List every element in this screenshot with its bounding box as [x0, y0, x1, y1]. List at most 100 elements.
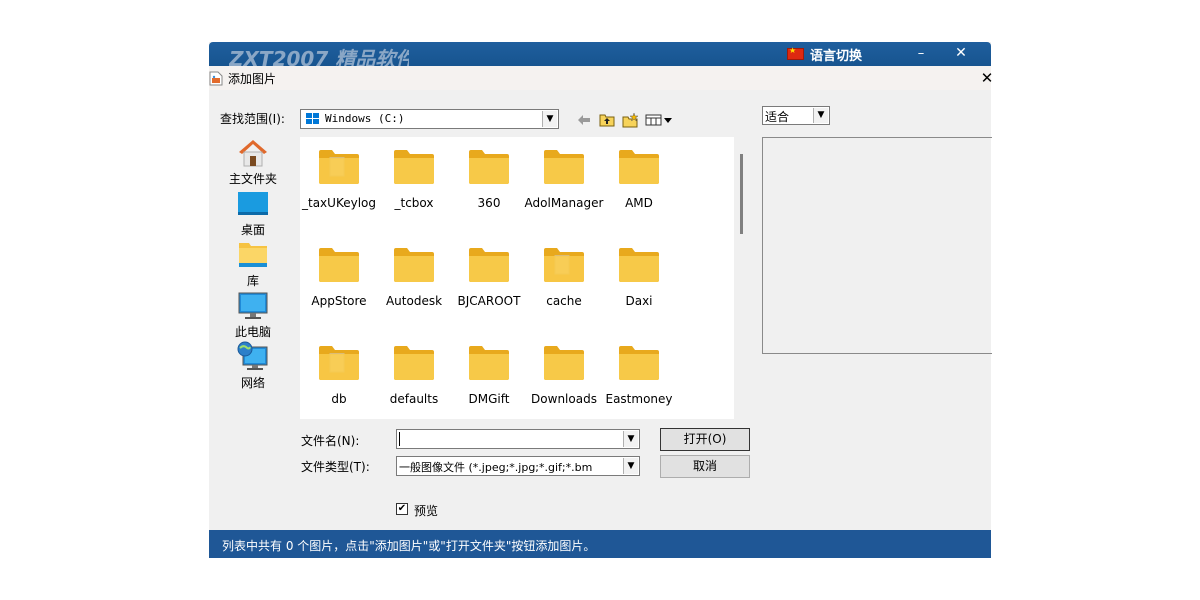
file-name: BJCAROOT [457, 294, 521, 308]
chevron-down-icon: ▼ [623, 458, 638, 474]
language-switch-button[interactable]: 语言切换 [787, 45, 862, 64]
folder-icon [394, 150, 434, 184]
place-label: 此电脑 [234, 325, 271, 339]
folder-icon [469, 150, 509, 184]
lookin-dropdown[interactable]: Windows (C:) ▼ [300, 109, 559, 129]
file-item[interactable]: BJCAROOT [449, 235, 529, 315]
preview-pane [762, 137, 992, 354]
back-button[interactable] [576, 110, 592, 130]
preview-label: 预览 [414, 504, 439, 518]
filetype-value: 一般图像文件 (*.jpeg;*.jpg;*.gif;*.bm [399, 461, 593, 474]
chevron-down-icon: ▼ [623, 431, 638, 447]
lookin-value: Windows (C:) [325, 112, 405, 125]
place-label: 库 [246, 274, 259, 288]
file-item[interactable]: _tcbox [374, 137, 454, 217]
file-list[interactable]: _taxUKeylog _tcbox 360 AdolManager AMD AppSto… [300, 137, 734, 419]
place-home[interactable]: 主文件夹 [222, 137, 284, 187]
place-library[interactable]: 库 [222, 239, 284, 289]
file-item[interactable]: cache [524, 235, 604, 315]
library-icon [239, 243, 267, 267]
dialog-close-button[interactable]: ✕ [977, 67, 997, 89]
drive-icon [306, 113, 319, 124]
folder-icon [544, 346, 584, 380]
back-arrow-icon [578, 115, 590, 125]
place-computer[interactable]: 此电脑 [222, 290, 284, 340]
folder-icon [319, 248, 359, 282]
fit-dropdown[interactable]: 适合 ▼ [762, 106, 830, 125]
china-flag-icon [787, 46, 804, 60]
dialog-title: 添加图片 [228, 72, 277, 86]
file-name: DMGift [468, 392, 510, 406]
folder-icon [544, 150, 584, 184]
new-folder-button[interactable] [621, 110, 639, 130]
folder-icon [619, 346, 659, 380]
folder-icon [619, 150, 659, 184]
file-item[interactable]: AppStore [299, 235, 379, 315]
file-name: _tcbox [394, 196, 434, 210]
filetype-label: 文件类型(T): [301, 460, 370, 474]
status-text: 列表中共有 0 个图片，点击"添加图片"或"打开文件夹"按钮添加图片。 [222, 539, 596, 553]
chevron-down-icon: ▼ [542, 111, 557, 127]
desktop-icon [238, 192, 268, 215]
file-item[interactable]: defaults [374, 333, 454, 413]
file-name: 360 [477, 196, 501, 210]
file-item[interactable]: Autodesk [374, 235, 454, 315]
window-close-button[interactable]: ✕ [941, 42, 981, 64]
place-network[interactable]: 网络 [222, 341, 284, 391]
view-menu-icon [645, 114, 672, 126]
file-name: Eastmoney [605, 392, 673, 406]
file-item[interactable]: Eastmoney [599, 333, 679, 413]
file-item[interactable]: AMD [599, 137, 679, 217]
folder-icon [319, 346, 359, 380]
folder-icon [394, 248, 434, 282]
file-name: Daxi [625, 294, 653, 308]
file-item[interactable]: AdolManager [524, 137, 604, 217]
file-name: db [331, 392, 347, 406]
folder-icon [469, 346, 509, 380]
file-item[interactable]: Downloads [524, 333, 604, 413]
file-name: Autodesk [385, 294, 443, 308]
file-name: _taxUKeylog [302, 196, 376, 210]
open-button[interactable]: 打开(O) [660, 428, 750, 451]
home-icon [239, 140, 267, 167]
status-bar: 列表中共有 0 个图片，点击"添加图片"或"打开文件夹"按钮添加图片。 [209, 530, 991, 558]
folder-icon [544, 248, 584, 282]
lookin-label: 查找范围(I): [220, 112, 285, 126]
file-name: cache [546, 294, 582, 308]
file-name: AppStore [311, 294, 367, 308]
place-label: 桌面 [240, 223, 265, 237]
file-item[interactable]: db [299, 333, 379, 413]
place-desktop[interactable]: 桌面 [222, 188, 284, 238]
file-list-scrollbar[interactable] [740, 154, 743, 234]
file-name: defaults [389, 392, 439, 406]
folder-icon [319, 150, 359, 184]
file-item[interactable]: _taxUKeylog [299, 137, 379, 217]
preview-checkbox[interactable]: ✔ [396, 503, 408, 515]
folder-icon [619, 248, 659, 282]
folder-icon [394, 346, 434, 380]
filename-input[interactable]: ▼ [396, 429, 640, 449]
image-file-icon [209, 71, 223, 86]
folder-icon [469, 248, 509, 282]
network-icon [237, 341, 268, 370]
file-item[interactable]: 360 [449, 137, 529, 217]
dialog-header: 添加图片 ✕ [209, 66, 993, 90]
text-cursor [399, 432, 400, 446]
file-item[interactable]: Daxi [599, 235, 679, 315]
view-menu-button[interactable] [644, 110, 674, 130]
background-app-title: ZXT2007 精品软件 [229, 47, 409, 66]
file-name: Downloads [531, 392, 597, 406]
computer-icon [238, 292, 268, 319]
filetype-dropdown[interactable]: 一般图像文件 (*.jpeg;*.jpg;*.gif;*.bm ▼ [396, 456, 640, 476]
cancel-button[interactable]: 取消 [660, 455, 750, 478]
file-name: AdolManager [524, 196, 604, 210]
minimize-button[interactable]: – [901, 42, 941, 64]
file-item[interactable]: DMGift [449, 333, 529, 413]
up-folder-button[interactable] [598, 110, 616, 130]
place-label: 网络 [240, 376, 265, 390]
filename-label: 文件名(N): [301, 434, 360, 448]
app-window: ZXT2007 精品软件 语言切换 – ✕ 添加图片 ✕ 查找范围(I): Wi… [209, 42, 993, 558]
chevron-down-icon: ▼ [813, 108, 828, 123]
fit-value: 适合 [765, 110, 790, 124]
place-label: 主文件夹 [228, 172, 277, 186]
